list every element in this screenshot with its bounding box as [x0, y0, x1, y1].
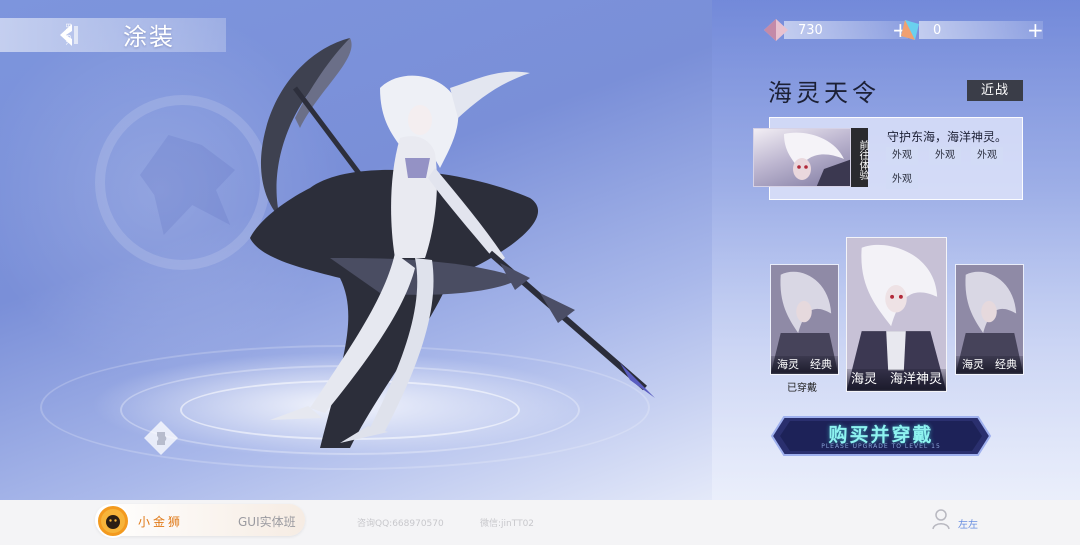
course-name: GUI实体班: [238, 515, 296, 529]
class-badge: 近战: [967, 80, 1023, 101]
puzzle-icon: [144, 421, 178, 455]
character-portrait-icon: [784, 132, 850, 186]
equipped-label: 已穿戴: [787, 383, 817, 394]
add-diamond-button[interactable]: +: [1027, 20, 1044, 40]
skin-caption: 海灵 经典: [956, 356, 1023, 374]
user-icon: [932, 509, 950, 530]
currency-crystal: 730 +: [762, 18, 909, 42]
page-title: 涂装: [123, 23, 175, 51]
diamond-amount: 0: [933, 22, 942, 38]
skin-option-classic-left[interactable]: 海灵 经典: [770, 264, 839, 375]
skin-tag: 外观: [886, 171, 918, 189]
crystal-amount: 730: [798, 22, 823, 38]
skin-caption: 海灵 海洋神灵: [847, 369, 946, 391]
skin-tag: 外观: [971, 147, 1003, 165]
skin-description: 守护东海，海洋神灵。: [887, 130, 1008, 144]
featured-skin-thumbnail[interactable]: [753, 128, 851, 187]
contact-wechat: 微信:jinTT02: [480, 519, 535, 529]
hero-name: 海灵天令: [768, 79, 880, 107]
try-skin-button[interactable]: 前往体验: [851, 128, 868, 187]
contact-qq: 咨询QQ:668970570: [357, 519, 444, 529]
crystal-icon: [764, 19, 788, 41]
diamond-icon: [901, 20, 919, 40]
buy-and-equip-button[interactable]: 购买并穿戴 PLEASE UPGRADE TO LEVEL 15: [770, 415, 992, 457]
buy-sublabel: PLEASE UPGRADE TO LEVEL 15: [821, 443, 941, 450]
puzzle-button[interactable]: [141, 418, 181, 458]
skin-caption: 海灵 经典: [771, 356, 838, 374]
character-model[interactable]: [200, 28, 660, 458]
title-bar: [0, 18, 226, 52]
skin-option-classic-right[interactable]: 海灵 经典: [955, 264, 1024, 375]
brand-name: 小金狮: [138, 515, 184, 529]
lion-logo-icon: [96, 504, 130, 538]
currency-diamond: 0 +: [897, 18, 1044, 42]
character-stage: [0, 0, 712, 500]
skin-art: [847, 238, 946, 390]
skin-tag: 外观: [886, 147, 918, 165]
user-name: 左左: [958, 520, 978, 531]
back-label: BACK: [64, 23, 72, 46]
skin-option-ocean-god[interactable]: 海灵 海洋神灵: [846, 237, 947, 392]
skin-tag: 外观: [929, 147, 961, 165]
